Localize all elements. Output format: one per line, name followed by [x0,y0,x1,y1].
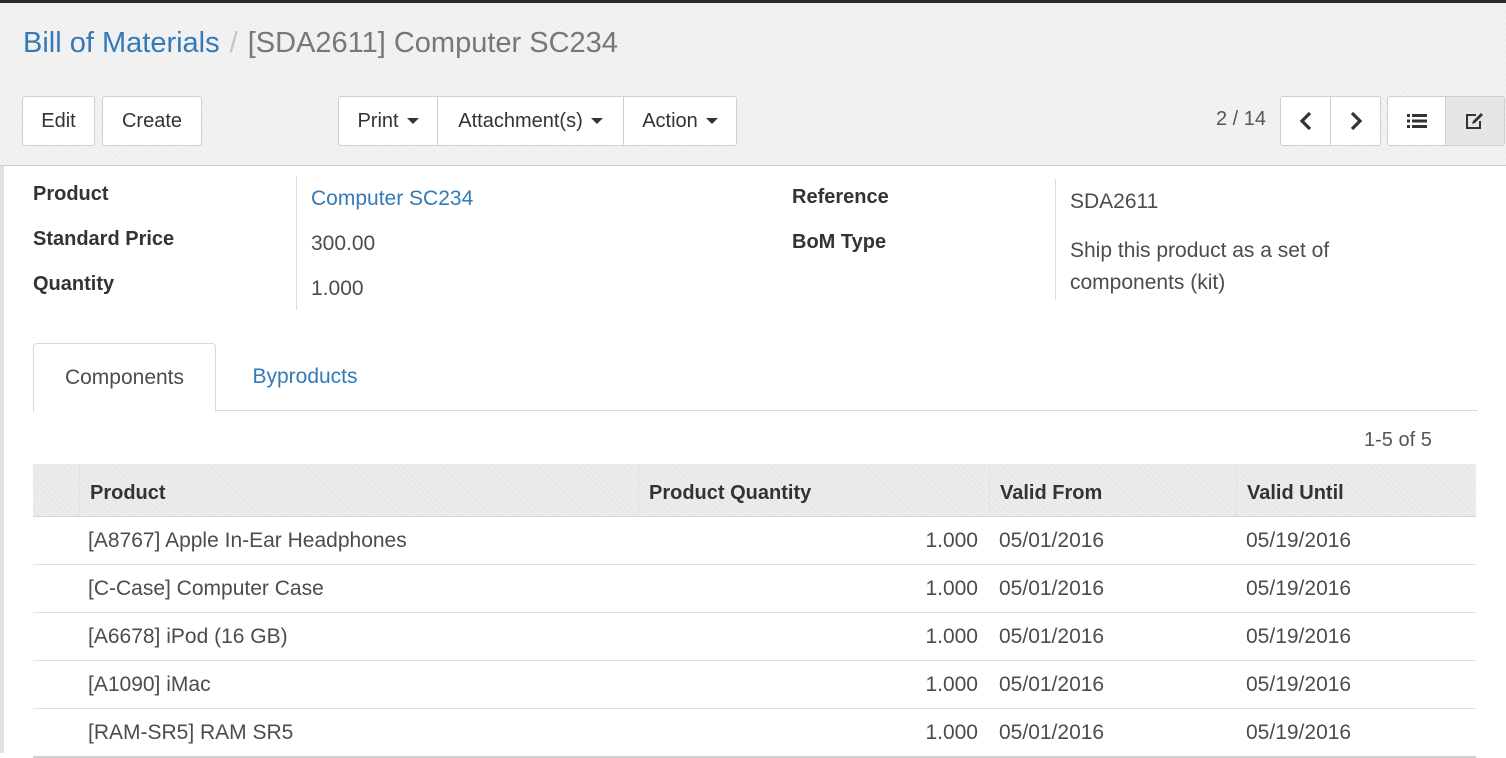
caret-down-icon [705,118,718,124]
caret-down-icon [590,118,603,124]
pager-next-button[interactable] [1331,97,1380,145]
caret-down-icon [406,118,419,124]
column-header-product-quantity[interactable]: Product Quantity [638,464,989,516]
cell-product: [A6678] iPod (16 GB) [88,624,288,648]
cell-valid-from: 05/01/2016 [999,528,1105,552]
list-view-icon [1406,114,1427,128]
attachments-dropdown[interactable]: Attachment(s) [438,97,624,145]
list-view-button[interactable] [1388,97,1446,145]
reference-value: SDA2611 [1070,190,1159,213]
breadcrumb-parent-link[interactable]: Bill of Materials [23,27,220,59]
bom-type-value: Ship this product as a set of components… [1070,239,1330,294]
column-header-valid-until[interactable]: Valid Until [1236,464,1476,516]
print-label: Print [357,109,399,132]
cell-valid-until: 05/19/2016 [1246,672,1352,696]
table-row[interactable]: [C-Case] Computer Case 1.000 05/01/2016 … [33,565,1476,613]
table-row[interactable]: [A6678] iPod (16 GB) 1.000 05/01/2016 05… [33,613,1476,661]
action-dropdown[interactable]: Action [624,97,736,145]
form-view-button[interactable] [1446,97,1504,145]
table-row[interactable]: [A8767] Apple In-Ear Headphones 1.000 05… [33,517,1476,565]
cell-quantity: 1.000 [925,576,978,600]
quantity-value: 1.000 [311,277,364,300]
cell-valid-until: 05/19/2016 [1246,624,1352,648]
print-dropdown[interactable]: Print [339,97,438,145]
breadcrumb-current: [SDA2611] Computer SC234 [247,27,618,59]
attachments-label: Attachment(s) [458,109,583,132]
column-header-product[interactable]: Product [79,464,638,516]
table-row[interactable]: [RAM-SR5] RAM SR5 1.000 05/01/2016 05/19… [33,709,1476,756]
action-label: Action [642,109,698,132]
components-table: Product Product Quantity Valid From Vali… [33,464,1476,758]
chevron-left-icon [1299,111,1311,131]
cell-quantity: 1.000 [925,720,978,744]
breadcrumb-separator: / [229,27,238,59]
pager-value[interactable]: 2 / 14 [1216,108,1266,131]
standard-price-value: 300.00 [311,232,376,255]
edit-form-icon [1466,113,1483,129]
cell-valid-from: 05/01/2016 [999,576,1105,600]
create-button[interactable]: Create [102,96,202,146]
pager-previous-button[interactable] [1281,97,1331,145]
field-divider [296,176,297,310]
view-switcher [1387,96,1505,146]
cell-product: [C-Case] Computer Case [88,576,324,600]
product-label: Product [33,183,109,205]
pager-buttons [1280,96,1381,146]
table-row[interactable]: [A1090] iMac 1.000 05/01/2016 05/19/2016 [33,661,1476,709]
breadcrumb: Bill of Materials / [SDA2611] Computer SC2… [23,27,618,60]
list-pager: 1-5 of 5 [1364,429,1432,451]
sidebar-actions: Print Attachment(s) Action [338,96,737,146]
cell-quantity: 1.000 [925,624,978,648]
field-divider [1055,179,1056,300]
reference-label: Reference [792,186,889,208]
cell-quantity: 1.000 [925,672,978,696]
chevron-right-icon [1350,111,1362,131]
cell-valid-until: 05/19/2016 [1246,720,1352,744]
cell-product: [A1090] iMac [88,672,211,696]
quantity-label: Quantity [33,273,115,295]
cell-valid-from: 05/01/2016 [999,672,1105,696]
product-link[interactable]: Computer SC234 [311,187,473,211]
column-header-valid-from[interactable]: Valid From [989,464,1236,516]
table-header: Product Product Quantity Valid From Vali… [33,464,1476,517]
cell-valid-until: 05/19/2016 [1246,528,1352,552]
cell-valid-from: 05/01/2016 [999,720,1105,744]
cell-quantity: 1.000 [925,528,978,552]
tab-byproducts[interactable]: Byproducts [230,343,380,411]
bom-type-label: BoM Type [792,231,887,253]
cell-product: [A8767] Apple In-Ear Headphones [88,528,407,552]
edit-button[interactable]: Edit [22,96,95,146]
cell-product: [RAM-SR5] RAM SR5 [88,720,294,744]
tab-components[interactable]: Components [33,343,216,412]
cell-valid-from: 05/01/2016 [999,624,1105,648]
cell-valid-until: 05/19/2016 [1246,576,1352,600]
standard-price-label: Standard Price [33,228,175,250]
select-column-header[interactable] [33,464,79,516]
